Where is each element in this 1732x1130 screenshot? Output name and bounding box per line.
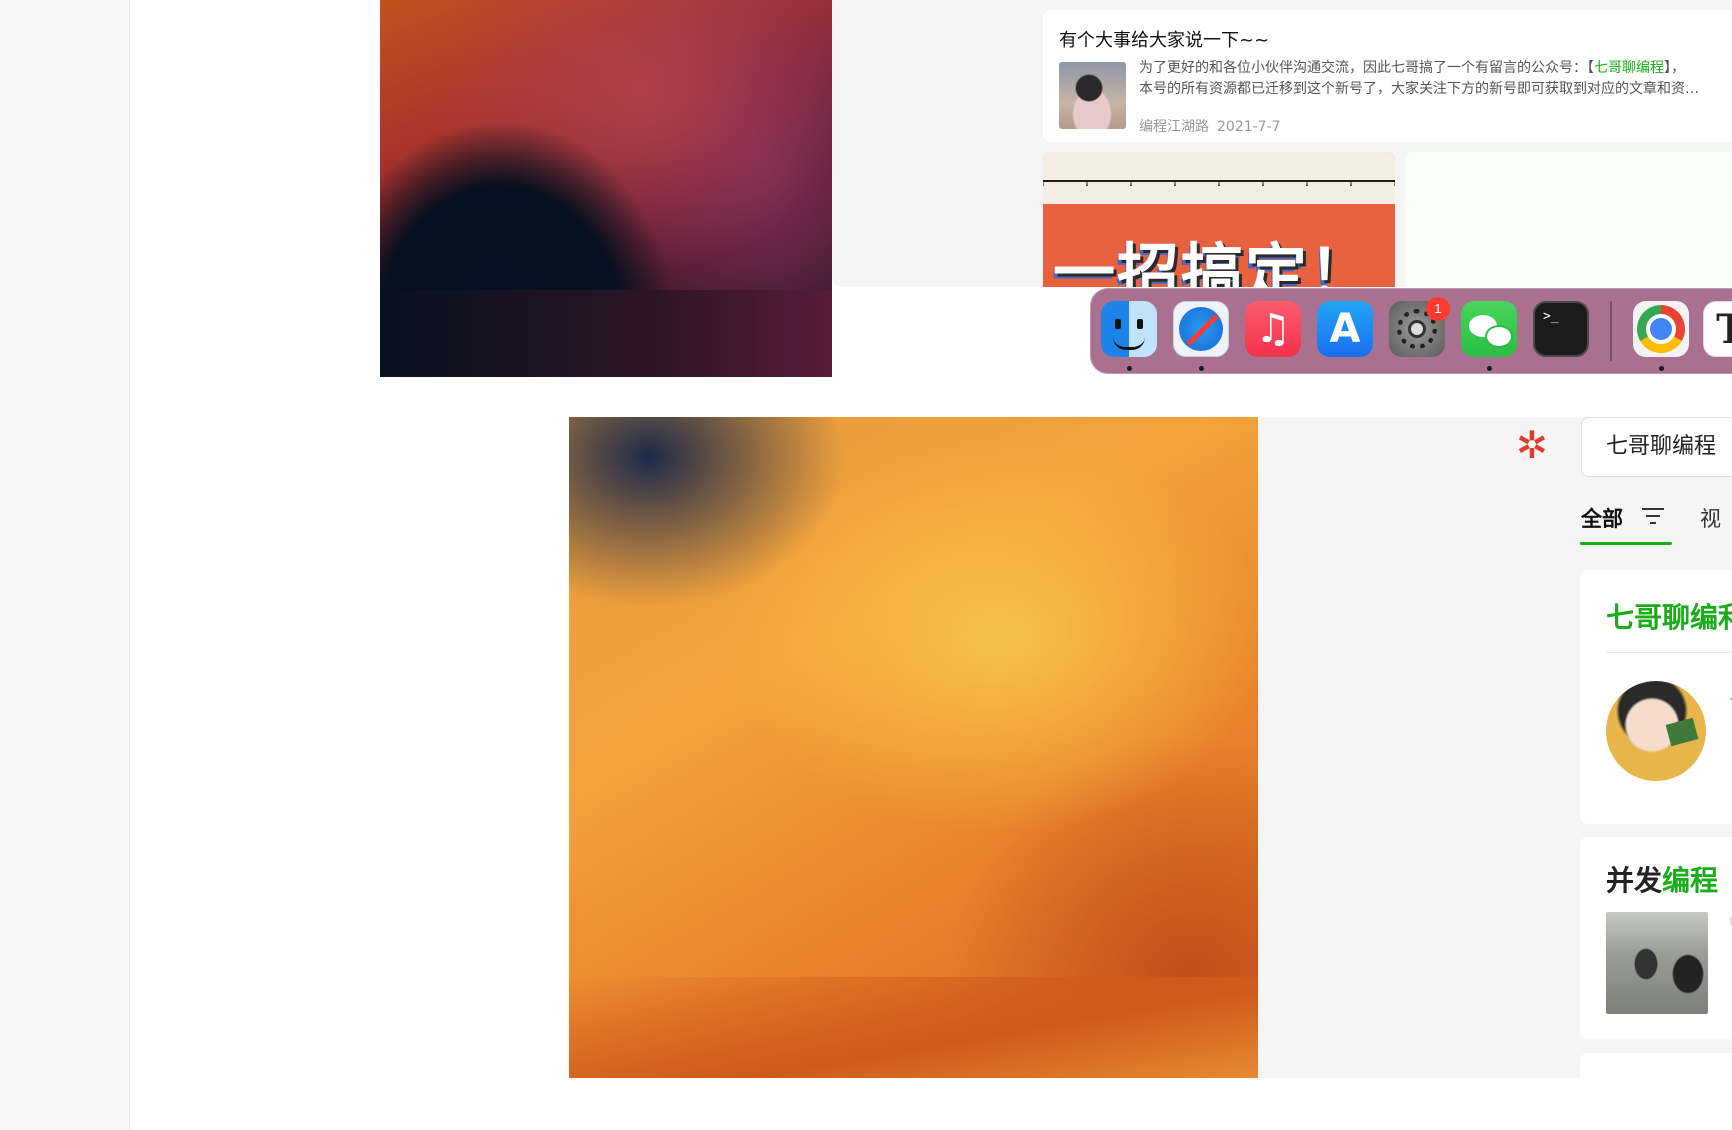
safari-icon[interactable] [1173, 301, 1229, 357]
article-title[interactable]: 有个大事给大家说一下~~ [1059, 26, 1269, 52]
promo-banner[interactable]: 一招搞定！ [1043, 152, 1395, 287]
title-text: 并发 [1606, 864, 1663, 897]
promo-banner-text: 一招搞定！ [1053, 236, 1374, 287]
dock-separator [1610, 301, 1612, 361]
account-link[interactable]: 七哥聊编程 [1594, 60, 1664, 76]
desc-text: 为了更好的和各位小伙伴沟通交流，因此七哥搞了一个有留言的公众号：【 [1139, 60, 1594, 76]
desc-text: 】， [1664, 60, 1685, 76]
article-desc-line-2: 本号的所有资源都已迁移到这个新号了，大家关注下方的新号即可获取到对应的文章和资… [1139, 81, 1699, 97]
app-store-icon[interactable]: A [1317, 301, 1373, 357]
window-sidebar [0, 0, 130, 1130]
tab-video[interactable]: 视 [1700, 503, 1721, 533]
avatar[interactable] [1606, 681, 1706, 781]
macos-dock: ♫ A 1 >_ T ↓ [1090, 288, 1732, 374]
notification-badge: 1 [1426, 297, 1450, 321]
wechat-icon[interactable] [1461, 301, 1517, 357]
desktop-wallpaper [569, 417, 1258, 1078]
running-indicator [1127, 366, 1132, 371]
divider [1606, 652, 1732, 653]
article-result-card[interactable]: 并发编程 [1580, 837, 1732, 1039]
article-result-title[interactable]: 并发编程 [1606, 859, 1718, 899]
article-result-thumbnail [1606, 912, 1708, 1014]
article-date: 2021-7-7 [1217, 119, 1281, 135]
tab-all[interactable]: 全部 [1581, 503, 1623, 533]
result-card[interactable] [1580, 1053, 1732, 1078]
music-icon[interactable]: ♫ [1245, 301, 1301, 357]
article-author[interactable]: 编程江湖路 [1139, 119, 1209, 135]
article-desc-line-1: 为了更好的和各位小伙伴沟通交流，因此七哥搞了一个有留言的公众号：【七哥聊编程】， [1139, 58, 1732, 79]
wechat-search-panel: ✲ 七哥聊编程 全部 视 七哥聊编利 一 并发编程 [1258, 417, 1732, 1078]
sogou-logo-icon[interactable]: ✲ [1512, 425, 1552, 465]
running-indicator [1487, 366, 1492, 371]
article-description: 为了更好的和各位小伙伴沟通交流，因此七哥搞了一个有留言的公众号：【七哥聊编程】，… [1139, 58, 1732, 100]
chrome-icon[interactable] [1633, 301, 1689, 357]
running-indicator [1659, 366, 1664, 371]
wechat-article-window: 有个大事给大家说一下~~ 为了更好的和各位小伙伴沟通交流，因此七哥搞了一个有留言… [832, 0, 1732, 287]
account-title[interactable]: 七哥聊编利 [1606, 596, 1732, 636]
typora-icon[interactable]: T [1703, 301, 1732, 357]
bottom-screenshot: ✲ 七哥聊编程 全部 视 七哥聊编利 一 并发编程 [569, 417, 1732, 1078]
account-result-card[interactable]: 七哥聊编利 一 [1580, 570, 1732, 824]
desktop-wallpaper [380, 0, 832, 377]
article-meta: 编程江湖路 2021-7-7 [1139, 116, 1281, 136]
blank-card [1405, 152, 1732, 287]
filter-icon[interactable] [1642, 508, 1664, 526]
article-thumbnail [1059, 62, 1126, 129]
search-input[interactable]: 七哥聊编程 [1581, 417, 1732, 477]
article-card[interactable]: 有个大事给大家说一下~~ 为了更好的和各位小伙伴沟通交流，因此七哥搞了一个有留言… [1043, 10, 1732, 142]
finder-icon[interactable] [1101, 301, 1157, 357]
terminal-icon[interactable]: >_ [1533, 301, 1589, 357]
top-screenshot: 有个大事给大家说一下~~ 为了更好的和各位小伙伴沟通交流，因此七哥搞了一个有留言… [380, 0, 1732, 377]
running-indicator [1199, 366, 1204, 371]
banner-scallop-decoration [1043, 152, 1395, 206]
active-tab-underline [1580, 542, 1672, 545]
title-highlight: 编程 [1662, 864, 1719, 897]
